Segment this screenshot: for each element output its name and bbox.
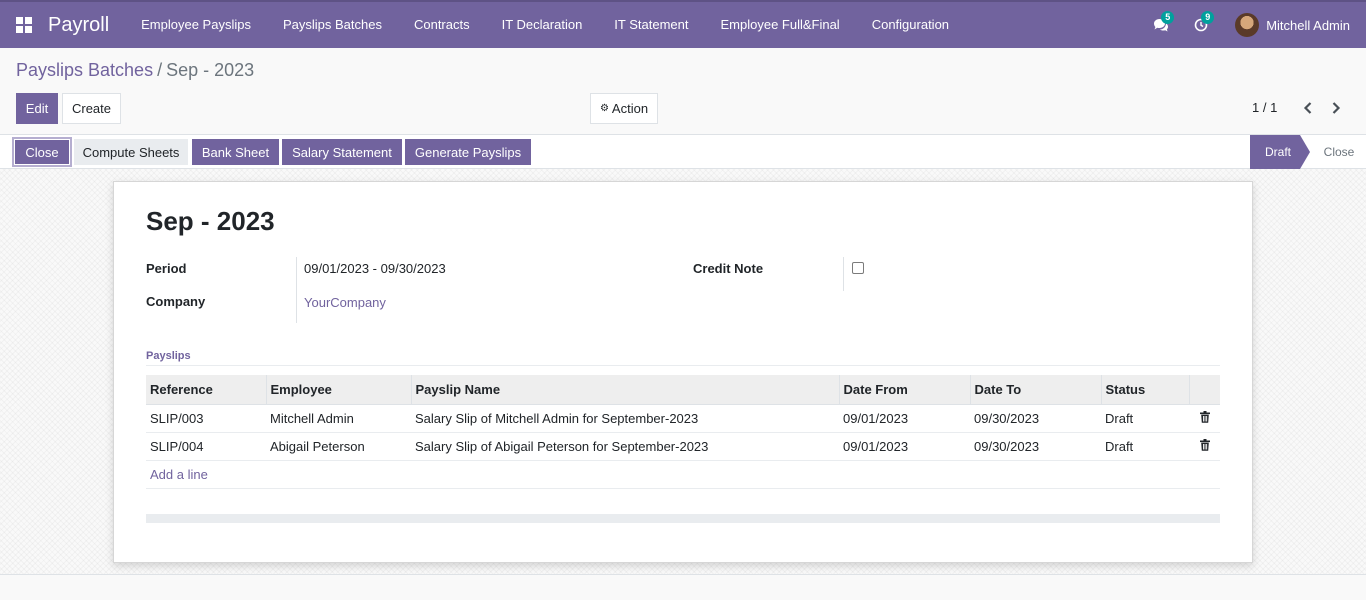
bank-sheet-button[interactable]: Bank Sheet [192,139,279,165]
messages-button[interactable]: 5 [1141,2,1181,48]
table-header-row: Reference Employee Payslip Name Date Fro… [146,375,1220,405]
section-divider [146,365,1220,366]
menu-item-employee-payslips[interactable]: Employee Payslips [125,2,267,48]
menu-item-employee-full-final[interactable]: Employee Full&Final [704,2,855,48]
main-menu: Employee Payslips Payslips Batches Contr… [125,2,965,48]
salary-statement-button[interactable]: Salary Statement [282,139,402,165]
top-navbar: Payroll Employee Payslips Payslips Batch… [0,0,1366,48]
cell-status: Draft [1101,432,1189,461]
payslips-table: Reference Employee Payslip Name Date Fro… [146,375,1220,489]
create-button[interactable]: Create [62,93,121,124]
menu-item-it-declaration[interactable]: IT Declaration [486,2,599,48]
cell-payslip-name: Salary Slip of Mitchell Admin for Septem… [411,404,839,433]
menu-item-it-statement[interactable]: IT Statement [598,2,704,48]
breadcrumb-separator: / [157,60,163,80]
navbar-systray: 5 9 Mitchell Admin [1141,2,1366,48]
column-header-payslip-name[interactable]: Payslip Name [410,375,839,405]
messages-count-badge: 5 [1161,11,1175,24]
delete-row-button[interactable] [1189,432,1220,461]
column-header-employee[interactable]: Employee [265,375,411,405]
form-sheet: Sep - 2023 Period 09/01/2023 - 09/30/202… [113,181,1253,563]
stage-close[interactable]: Close [1312,135,1366,169]
period-value: 09/01/2023 - 09/30/2023 [304,261,446,276]
field-divider [296,257,297,323]
action-label: Action [611,101,649,116]
cell-employee: Abigail Peterson [266,432,411,461]
pager-next-button[interactable] [1326,98,1346,118]
action-button[interactable]: ⚙ Action [590,93,658,124]
period-label: Period [146,261,187,276]
chevron-left-icon [1303,102,1312,114]
column-header-actions [1188,375,1220,405]
menu-item-payslips-batches[interactable]: Payslips Batches [267,2,398,48]
menu-item-configuration[interactable]: Configuration [856,2,965,48]
cell-payslip-name: Salary Slip of Abigail Peterson for Sept… [411,432,839,461]
activities-count-badge: 9 [1201,11,1215,24]
cell-date-from: 09/01/2023 [839,404,970,433]
column-header-status[interactable]: Status [1100,375,1189,405]
cell-date-to: 09/30/2023 [970,404,1101,433]
gear-icon: ⚙ [599,103,609,114]
cell-date-from: 09/01/2023 [839,432,970,461]
cell-status: Draft [1101,404,1189,433]
app-brand[interactable]: Payroll [48,14,125,37]
add-line-row: Add a line [146,460,1220,489]
table-row[interactable]: SLIP/004 Abigail Peterson Salary Slip of… [146,432,1220,461]
cell-employee: Mitchell Admin [266,404,411,433]
edit-button[interactable]: Edit [16,93,58,124]
record-title: Sep - 2023 [146,206,275,236]
stage-draft[interactable]: Draft [1250,135,1310,169]
credit-note-checkbox[interactable] [852,262,864,274]
breadcrumb-parent-link[interactable]: Payslips Batches [16,60,153,81]
stage-draft-label: Draft [1264,145,1291,159]
user-menu[interactable]: Mitchell Admin [1221,2,1366,48]
breadcrumb-current: Sep - 2023 [166,60,255,80]
cell-reference: SLIP/003 [146,404,266,433]
form-statusbar: Close Compute Sheets Bank Sheet Salary S… [0,134,1366,169]
generate-payslips-button[interactable]: Generate Payslips [405,139,531,165]
breadcrumb: Payslips Batches / Sep - 2023 [16,60,254,81]
compute-sheets-button[interactable]: Compute Sheets [74,139,188,165]
company-link[interactable]: YourCompany [304,295,386,310]
cell-reference: SLIP/004 [146,432,266,461]
column-header-date-from[interactable]: Date From [838,375,970,405]
field-divider [843,257,844,291]
user-name: Mitchell Admin [1266,17,1350,33]
pager-previous-button[interactable] [1298,98,1318,118]
table-row[interactable]: SLIP/003 Mitchell Admin Salary Slip of M… [146,404,1220,433]
company-label: Company [146,294,206,309]
apps-menu-icon[interactable] [0,2,48,48]
menu-item-contracts[interactable]: Contracts [398,2,486,48]
trash-icon [1199,410,1210,423]
chevron-right-icon [1332,102,1341,114]
close-batch-button[interactable]: Close [14,139,70,165]
payslips-section-title: Payslips [146,350,191,362]
activities-button[interactable]: 9 [1181,2,1221,48]
table-footer-bar [146,514,1220,523]
delete-row-button[interactable] [1189,404,1220,433]
trash-icon [1199,438,1210,451]
avatar [1235,13,1260,37]
add-a-line-link[interactable]: Add a line [150,467,208,482]
column-header-reference[interactable]: Reference [146,375,266,405]
pager-value[interactable]: 1 / 1 [1252,100,1277,115]
column-header-date-to[interactable]: Date To [969,375,1101,405]
cell-date-to: 09/30/2023 [970,432,1101,461]
credit-note-label: Credit Note [693,261,764,276]
